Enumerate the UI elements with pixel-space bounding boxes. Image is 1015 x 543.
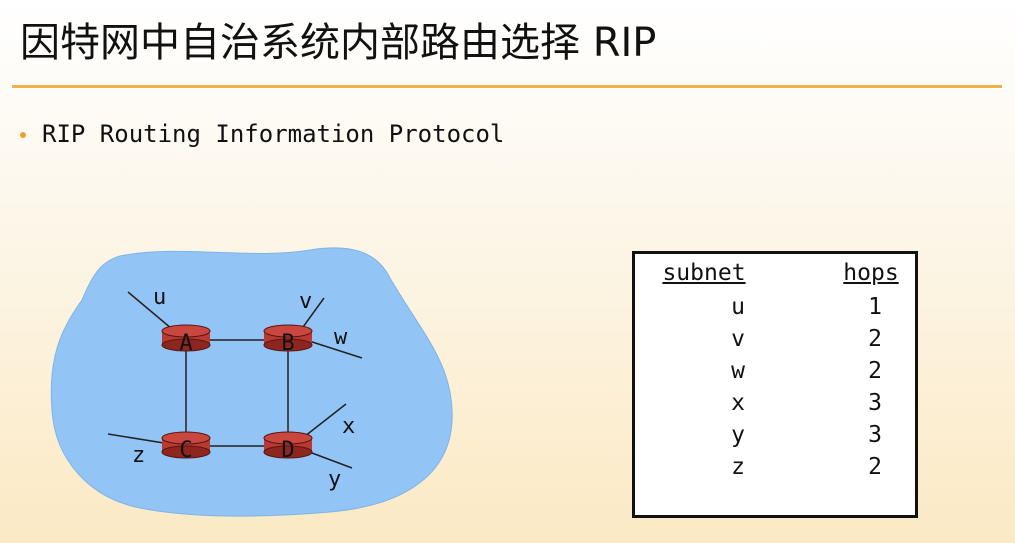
- subnet-column-header: subnet: [662, 260, 746, 286]
- subnet-z-label: z: [132, 443, 145, 468]
- table-row: u 1: [635, 294, 915, 326]
- table-row: v 2: [635, 326, 915, 358]
- router-c-label: C: [179, 438, 192, 463]
- autonomous-system-cloud: [50, 247, 453, 517]
- router-a-label: A: [179, 331, 192, 356]
- hops-cell: 2: [868, 358, 882, 384]
- table-row: w 2: [635, 358, 915, 390]
- table-row: y 3: [635, 422, 915, 454]
- table-row: z 2: [635, 454, 915, 486]
- subnet-cell: y: [731, 422, 745, 448]
- hops-cell: 2: [868, 326, 882, 352]
- subnet-x-label: x: [342, 414, 355, 439]
- table-header: subnet hops: [635, 260, 915, 292]
- router-b-label: B: [281, 331, 294, 356]
- rip-routing-table: subnet hops u 1 v 2 w 2 x 3 y 3 z 2: [632, 251, 918, 518]
- subnet-cell: w: [731, 358, 745, 384]
- subnet-w-label: w: [334, 325, 348, 350]
- subnet-y-label: y: [328, 467, 341, 492]
- hops-cell: 3: [868, 422, 882, 448]
- hops-column-header: hops: [843, 260, 899, 286]
- table-row: x 3: [635, 390, 915, 422]
- subnet-cell: u: [731, 294, 745, 320]
- hops-cell: 3: [868, 390, 882, 416]
- hops-cell: 2: [868, 454, 882, 480]
- subnet-cell: x: [731, 390, 745, 416]
- subnet-cell: z: [731, 454, 745, 480]
- hops-cell: 1: [868, 294, 882, 320]
- subnet-v-label: v: [299, 289, 312, 314]
- subnet-u-label: u: [153, 285, 166, 310]
- subnet-cell: v: [731, 326, 745, 352]
- router-d-label: D: [281, 438, 294, 463]
